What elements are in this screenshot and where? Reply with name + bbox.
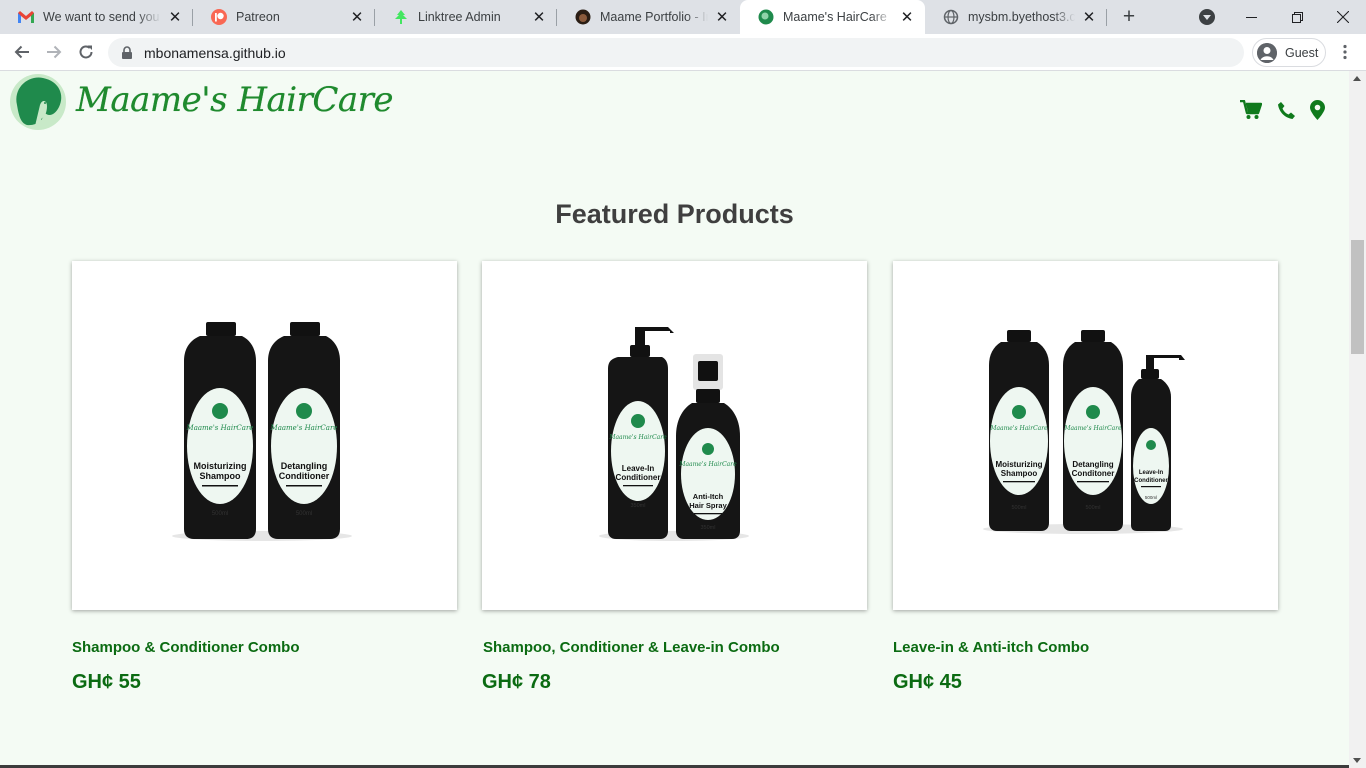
bottle-label-line1: Detangling: [1072, 460, 1113, 469]
close-tab-icon[interactable]: ✕: [897, 7, 917, 27]
bottle-label-line2: Conditoner: [1072, 469, 1115, 478]
url-text: mbonamensa.github.io: [144, 44, 286, 61]
scrollbar-thumb[interactable]: [1351, 240, 1364, 354]
bottle-volume: 350ml: [701, 525, 716, 531]
forward-icon[interactable]: [40, 38, 68, 66]
bottle-label-line2: Hair Spray: [689, 501, 727, 510]
patreon-icon: [211, 9, 227, 25]
bottle-volume: 500ml: [1012, 505, 1027, 511]
scroll-up-icon[interactable]: [1353, 76, 1361, 81]
new-tab-icon[interactable]: +: [1117, 5, 1141, 29]
bottle-brand: Maame's HairCare: [270, 424, 338, 432]
phone-icon[interactable]: [1275, 99, 1297, 121]
linktree-icon: [393, 9, 409, 25]
tab-patreon[interactable]: Patreon ✕: [193, 0, 375, 34]
close-tab-icon[interactable]: ✕: [347, 7, 367, 27]
bottle-brand: Maame's HairCare: [186, 424, 254, 432]
cart-icon[interactable]: [1240, 99, 1262, 121]
tab-search-icon[interactable]: [1199, 9, 1215, 25]
tab-portfolio[interactable]: Maame Portfolio - Ind ✕: [557, 0, 740, 34]
profile-button[interactable]: Guest: [1252, 38, 1326, 67]
tab-title: We want to send you s: [43, 10, 161, 24]
bottle-volume: 500ml: [212, 511, 228, 517]
back-icon[interactable]: [8, 38, 36, 66]
product-price: GH¢ 45: [893, 671, 962, 693]
tab-gmail[interactable]: We want to send you s ✕: [0, 0, 193, 34]
close-tab-icon[interactable]: ✕: [712, 7, 732, 27]
page-viewport: Maame's HairCare Featured Products Maame…: [0, 71, 1349, 768]
tab-mysbm[interactable]: mysbm.byethost3.com ✕: [925, 0, 1107, 34]
portfolio-icon: [575, 9, 591, 25]
tab-strip: We want to send you s ✕ Patreon ✕ Linktr…: [0, 0, 1366, 34]
bottle-label-line2: Shampoo: [199, 471, 241, 481]
product-name[interactable]: Leave-in & Anti-itch Combo: [893, 639, 1089, 656]
close-tab-icon[interactable]: ✕: [165, 7, 185, 27]
profile-label: Guest: [1285, 45, 1319, 60]
reload-icon[interactable]: [72, 38, 100, 66]
product-price: GH¢ 55: [72, 671, 141, 693]
bottle-label-line2: Conditioner: [616, 473, 661, 482]
section-title: Featured Products: [555, 199, 794, 229]
bottle-label-line1: Leave-In: [622, 464, 655, 473]
bottle-volume: 500ml: [1145, 495, 1157, 500]
bottle-label-line1: Detangling: [281, 461, 328, 471]
bottle-volume: 500ml: [1086, 505, 1101, 511]
product-card[interactable]: Maame's HairCare Leave-In Conditioner 35…: [482, 261, 867, 610]
tab-title: mysbm.byethost3.com: [968, 10, 1075, 24]
bottle-label-line2: Conditioner: [279, 471, 330, 481]
bottle-brand: Maame's HairCare: [678, 461, 737, 468]
bottle-brand: Maame's HairCare: [989, 425, 1048, 432]
product-name[interactable]: Shampoo, Conditioner & Leave-in Combo: [483, 639, 780, 656]
close-window-icon[interactable]: [1320, 0, 1366, 34]
site-logo-text[interactable]: Maame's HairCare: [76, 80, 394, 120]
tab-separator: [1106, 9, 1107, 26]
lock-icon: [122, 46, 132, 59]
location-pin-icon[interactable]: [1306, 99, 1328, 121]
haircare-icon: [758, 9, 774, 25]
tab-title: Maame's HairCare: [783, 10, 887, 24]
product-card[interactable]: Maame's HairCare Moisturizing Shampoo 50…: [893, 261, 1278, 610]
tab-title: Linktree Admin: [418, 10, 501, 24]
tab-linktree[interactable]: Linktree Admin ✕: [375, 0, 557, 34]
bottle-label-line2: Shampoo: [1001, 469, 1038, 478]
page-scrollbar[interactable]: [1349, 71, 1366, 768]
product-price: GH¢ 78: [482, 671, 551, 693]
gmail-icon: [18, 9, 34, 25]
restore-icon[interactable]: [1274, 0, 1320, 34]
tab-title: Patreon: [236, 10, 280, 24]
bottle-label-line2: Conditioner: [1134, 478, 1168, 484]
bottle-volume: 500ml: [296, 511, 312, 517]
tab-title: Maame Portfolio - Ind: [600, 10, 708, 24]
bottle-label-line1: Moisturizing: [194, 461, 247, 471]
bottle-brand: Maame's HairCare: [1063, 425, 1122, 432]
logo-icon[interactable]: [7, 73, 69, 131]
globe-icon: [943, 9, 959, 25]
minimize-icon[interactable]: [1228, 0, 1274, 34]
tab-haircare[interactable]: Maame's HairCare ✕: [740, 0, 925, 34]
product-card[interactable]: Maame's HairCare Moisturizing Shampoo 50…: [72, 261, 457, 610]
product-image: Maame's HairCare Moisturizing Shampoo 50…: [983, 330, 1185, 534]
address-bar[interactable]: mbonamensa.github.io: [108, 38, 1244, 67]
bottle-brand: Maame's HairCare: [608, 434, 667, 441]
bottle-label-line1: Leave-In: [1139, 470, 1164, 476]
bottle-volume: 350ml: [631, 503, 646, 509]
bottle-label-line1: Moisturizing: [995, 460, 1042, 469]
product-image: Maame's HairCare Leave-In Conditioner 35…: [599, 327, 749, 541]
bottle-label-line1: Anti-Itch: [693, 492, 724, 501]
menu-icon[interactable]: [1335, 38, 1355, 66]
scroll-down-icon[interactable]: [1353, 758, 1361, 763]
close-tab-icon[interactable]: ✕: [1079, 7, 1099, 27]
product-image: Maame's HairCare Moisturizing Shampoo 50…: [172, 322, 352, 541]
browser-toolbar: mbonamensa.github.io Guest: [0, 34, 1366, 71]
close-tab-icon[interactable]: ✕: [529, 7, 549, 27]
product-name[interactable]: Shampoo & Conditioner Combo: [72, 639, 299, 656]
avatar-icon: [1257, 42, 1277, 63]
